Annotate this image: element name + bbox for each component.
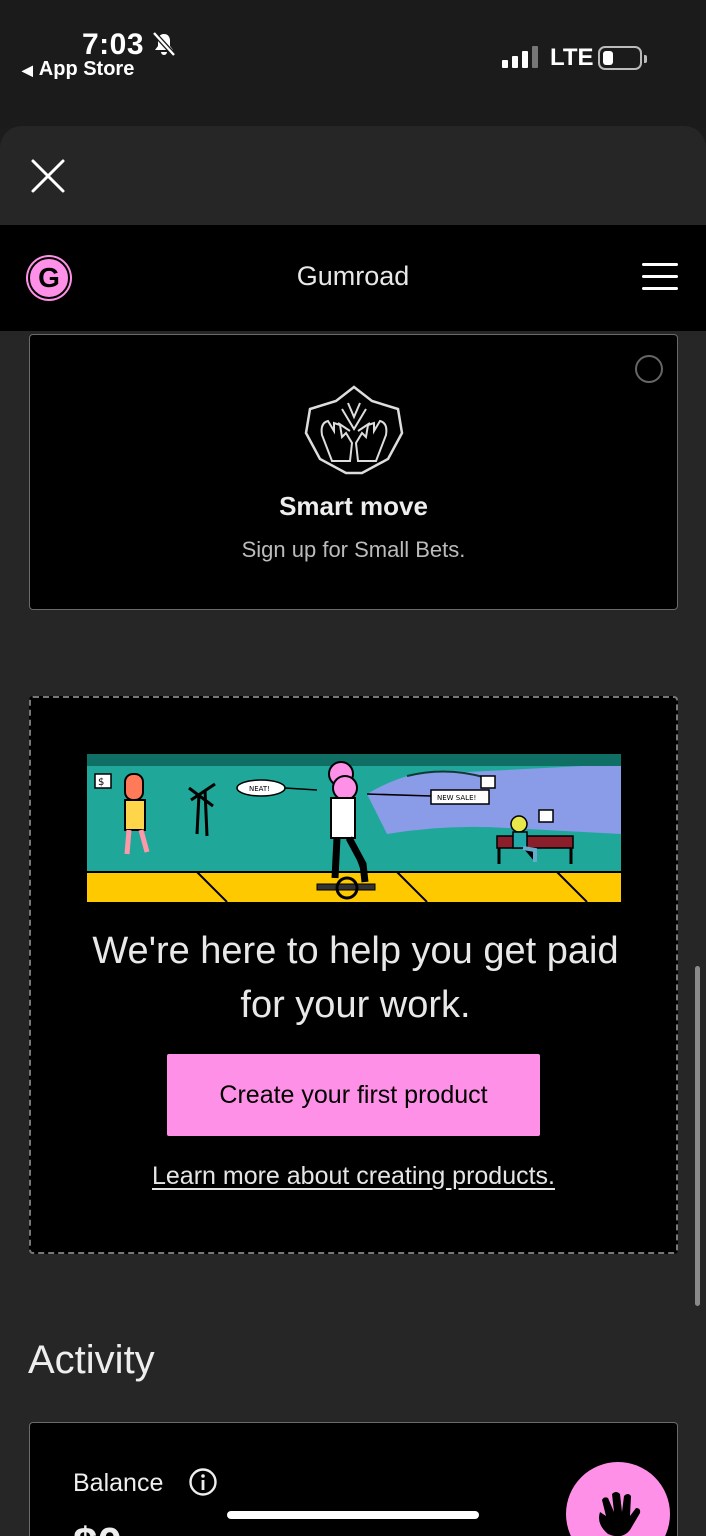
signal-icon — [502, 46, 538, 68]
learn-more-link[interactable]: Learn more about creating products. — [31, 1162, 676, 1191]
waving-hand-icon — [599, 1492, 641, 1536]
bell-muted-icon — [152, 31, 176, 57]
smart-move-card[interactable]: Smart move Sign up for Small Bets. — [29, 334, 678, 610]
smart-move-subtitle: Sign up for Small Bets. — [241, 537, 466, 562]
back-label: App Store — [38, 58, 135, 80]
info-icon[interactable] — [188, 1467, 218, 1497]
onboarding-heading: We're here to help you get paid for your… — [92, 930, 619, 1026]
modal-sheet: G Gumroad Smart move Sign up for Small B… — [0, 126, 706, 1536]
balance-value: $0 — [73, 1519, 122, 1536]
bubble-neat: NEAT! — [249, 785, 270, 793]
close-icon[interactable] — [28, 156, 68, 196]
battery-icon — [598, 46, 647, 70]
svg-text:$: $ — [98, 777, 104, 788]
illustration-image: $ NEAT! NEW SALE! — [87, 754, 621, 902]
status-bar: 7:03 ◀ App Store LTE — [0, 0, 706, 128]
completion-radio — [635, 355, 663, 383]
network-label: LTE — [550, 44, 594, 71]
status-time: 7:03 — [82, 28, 145, 61]
balance-label: Balance — [73, 1469, 164, 1497]
back-triangle-icon: ◀ — [22, 62, 33, 78]
back-to-app-store[interactable]: ◀ App Store — [22, 58, 134, 81]
scrollbar[interactable] — [695, 966, 700, 1306]
hands-badge-icon — [304, 385, 404, 475]
activity-heading: Activity — [28, 1338, 155, 1382]
app-header: G Gumroad — [0, 225, 706, 331]
create-first-product-button[interactable]: Create your first product — [165, 1052, 542, 1138]
app-title: Gumroad — [296, 261, 410, 291]
home-indicator — [227, 1511, 479, 1519]
bubble-new-sale: NEW SALE! — [437, 794, 476, 802]
hamburger-menu-icon[interactable] — [642, 263, 678, 293]
onboarding-card: $ NEAT! NEW SALE! We're here to help you… — [29, 696, 678, 1254]
smart-move-title: Smart move — [279, 491, 428, 521]
